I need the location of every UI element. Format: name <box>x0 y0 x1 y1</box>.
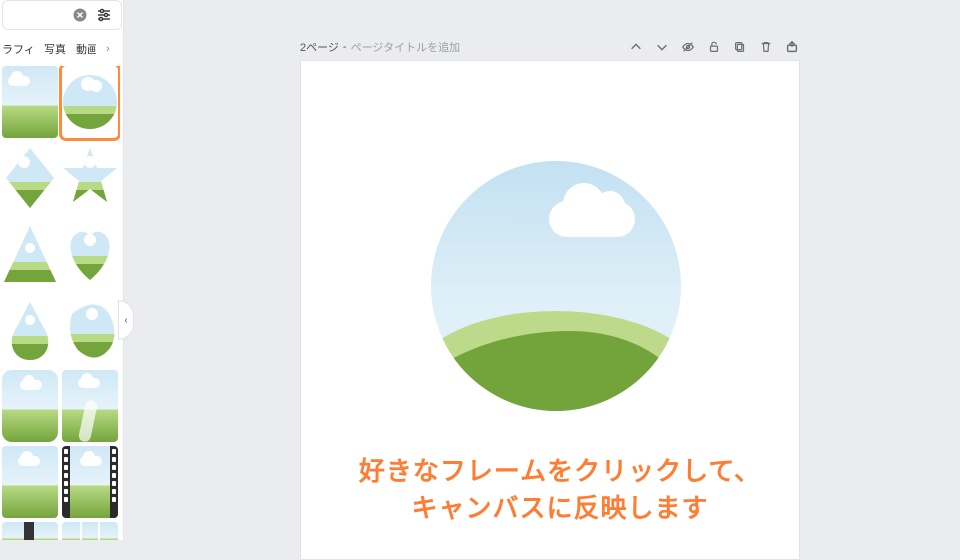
frame-circle[interactable] <box>62 66 118 138</box>
chevron-right-icon[interactable]: › <box>106 43 116 55</box>
frame-rounded[interactable] <box>2 370 58 442</box>
clear-search-icon[interactable] <box>71 6 89 24</box>
page-separator: - <box>343 41 347 53</box>
category-tabs: ラフィック 写真 動画 › <box>0 36 124 62</box>
filter-icon[interactable] <box>95 6 113 24</box>
frame-blob[interactable] <box>62 294 118 366</box>
lock-icon[interactable] <box>706 39 722 55</box>
frame-polaroid[interactable] <box>2 522 58 540</box>
page-number-label: 2ページ <box>300 39 339 55</box>
search-bar[interactable] <box>2 0 122 30</box>
chevron-up-icon[interactable] <box>628 39 644 55</box>
page-title-input[interactable]: ページタイトルを追加 <box>351 39 461 55</box>
page-header-actions <box>628 39 800 55</box>
frame-plain[interactable] <box>2 446 58 518</box>
tab-graphic[interactable]: ラフィック <box>2 41 34 57</box>
export-icon[interactable] <box>784 39 800 55</box>
frame-drop[interactable] <box>2 294 58 366</box>
frame-grid <box>0 66 120 540</box>
frame-star[interactable] <box>62 142 118 214</box>
instruction-overlay: 好きなフレームをクリックして、 キャンバスに反映します <box>200 453 920 526</box>
elements-sidebar: ラフィック 写真 動画 › <box>0 0 124 540</box>
frame-film[interactable] <box>62 446 118 518</box>
tab-photo[interactable]: 写真 <box>44 41 66 57</box>
placed-frame-circle[interactable] <box>431 161 681 411</box>
chevron-down-icon[interactable] <box>654 39 670 55</box>
frame-diamond[interactable] <box>2 142 58 214</box>
frame-portrait[interactable] <box>62 370 118 442</box>
instruction-line-2: キャンバスに反映します <box>200 490 920 526</box>
cloud-shape <box>549 201 635 237</box>
page-header: 2ページ - ページタイトルを追加 <box>300 34 800 60</box>
frame-triptych[interactable] <box>62 522 118 540</box>
frame-heart[interactable] <box>62 218 118 290</box>
trash-icon[interactable] <box>758 39 774 55</box>
tab-video[interactable]: 動画 <box>76 41 96 57</box>
collapse-sidebar-icon[interactable]: ‹ <box>118 300 134 340</box>
frame-triangle[interactable] <box>2 218 58 290</box>
eye-off-icon[interactable] <box>680 39 696 55</box>
instruction-line-1: 好きなフレームをクリックして、 <box>200 453 920 489</box>
frame-square[interactable] <box>2 66 58 138</box>
copy-icon[interactable] <box>732 39 748 55</box>
